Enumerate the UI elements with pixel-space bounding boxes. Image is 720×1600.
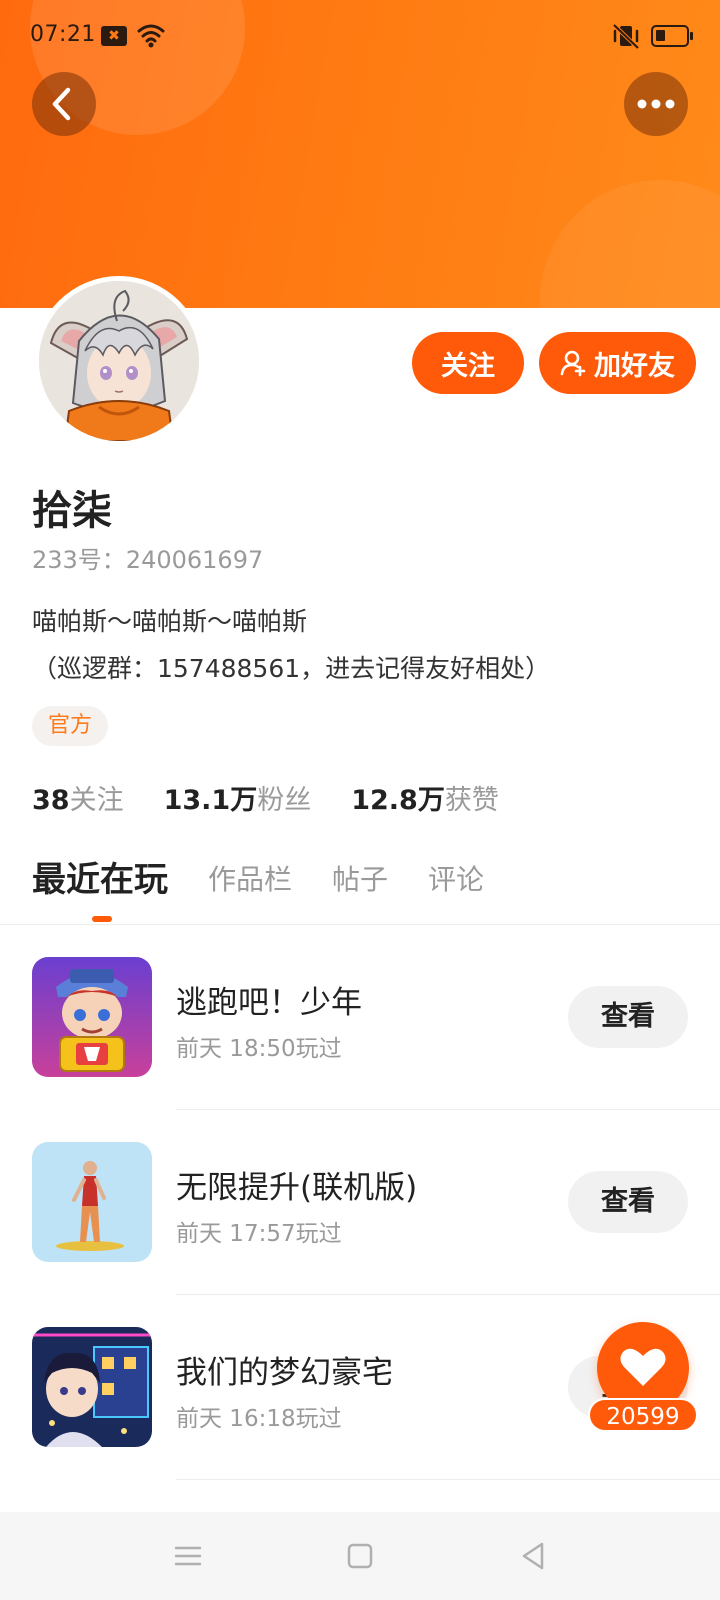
game-played-time: 前天 18:50玩过: [176, 1036, 342, 1062]
profile-stats: 38关注 13.1万粉丝 12.8万获赞: [32, 778, 539, 817]
game-title: 我们的梦幻豪宅: [176, 1355, 393, 1391]
follow-button-label: 关注: [441, 350, 495, 382]
account-id: 233号：240061697: [32, 546, 264, 574]
tab-comments[interactable]: 评论: [428, 856, 484, 904]
stat-number: 13.1万: [163, 785, 258, 816]
stat-followers[interactable]: 13.1万粉丝: [164, 778, 312, 817]
stat-following[interactable]: 38关注: [32, 778, 124, 817]
home-icon[interactable]: [340, 1536, 380, 1576]
row-divider: [176, 1479, 720, 1480]
profile-page: 07:21 ✖ 关注 加好友 拾柒 233号：240061697 喵帕斯～喵帕斯…: [0, 0, 720, 1600]
add-friend-button-label: 加好友: [594, 350, 675, 382]
back-button[interactable]: [32, 72, 96, 136]
back-triangle-icon[interactable]: [514, 1536, 554, 1576]
banner-decoration: [540, 180, 720, 308]
list-item[interactable]: 无限提升(联机版) 前天 17:57玩过 查看: [0, 1110, 720, 1295]
game-title: 逃跑吧！少年: [176, 985, 362, 1021]
add-user-icon: [560, 350, 586, 377]
game-icon: [32, 957, 152, 1077]
profile-bio: 喵帕斯～喵帕斯～喵帕斯 （巡逻群：157488561，进去记得友好相处）: [32, 598, 692, 692]
status-bar: 07:21 ✖: [0, 0, 720, 72]
active-tab-indicator: [92, 916, 112, 922]
vibrate-mute-icon: [612, 23, 640, 50]
view-button[interactable]: 查看: [568, 986, 688, 1048]
wifi-icon: [137, 24, 165, 48]
official-badge: 官方: [32, 706, 109, 746]
add-friend-button[interactable]: 加好友: [539, 332, 696, 394]
game-title: 无限提升(联机版): [176, 1170, 418, 1206]
stat-number: 12.8万: [351, 785, 445, 816]
avatar-image: [39, 281, 199, 441]
game-icon: [32, 1327, 152, 1447]
more-options-button[interactable]: [624, 72, 688, 136]
system-nav-bar: [0, 1512, 720, 1600]
notification-icon: ✖: [101, 26, 127, 46]
stat-likes[interactable]: 12.8万获赞: [351, 778, 499, 817]
game-played-time: 前天 16:18玩过: [176, 1406, 342, 1432]
avatar-illustration: [39, 281, 199, 441]
avatar[interactable]: [34, 276, 204, 446]
profile-tabs: 最近在玩 作品栏 帖子 评论: [32, 856, 524, 922]
tab-posts[interactable]: 帖子: [332, 856, 388, 904]
like-count: 20599: [588, 1398, 698, 1432]
more-horizontal-icon: [637, 99, 675, 109]
game-icon: [32, 1142, 152, 1262]
stat-label: 关注: [69, 785, 124, 816]
menu-icon[interactable]: [168, 1536, 208, 1576]
chevron-left-icon: [52, 87, 71, 121]
battery-icon: [651, 25, 693, 47]
tab-recently-played[interactable]: 最近在玩: [32, 856, 168, 904]
bio-line: （巡逻群：157488561，进去记得友好相处）: [32, 654, 551, 683]
profile-nickname: 拾柒: [32, 488, 112, 534]
stat-number: 38: [32, 785, 70, 816]
view-button[interactable]: 查看: [568, 1171, 688, 1233]
tab-works[interactable]: 作品栏: [208, 856, 292, 904]
game-played-time: 前天 17:57玩过: [176, 1221, 342, 1247]
stat-label: 获赞: [444, 785, 499, 816]
status-time: 07:21: [30, 22, 96, 47]
follow-button[interactable]: 关注: [412, 332, 524, 394]
bio-line: 喵帕斯～喵帕斯～喵帕斯: [32, 607, 308, 636]
list-item[interactable]: 逃跑吧！少年 前天 18:50玩过 查看: [0, 925, 720, 1110]
stat-label: 粉丝: [257, 785, 312, 816]
